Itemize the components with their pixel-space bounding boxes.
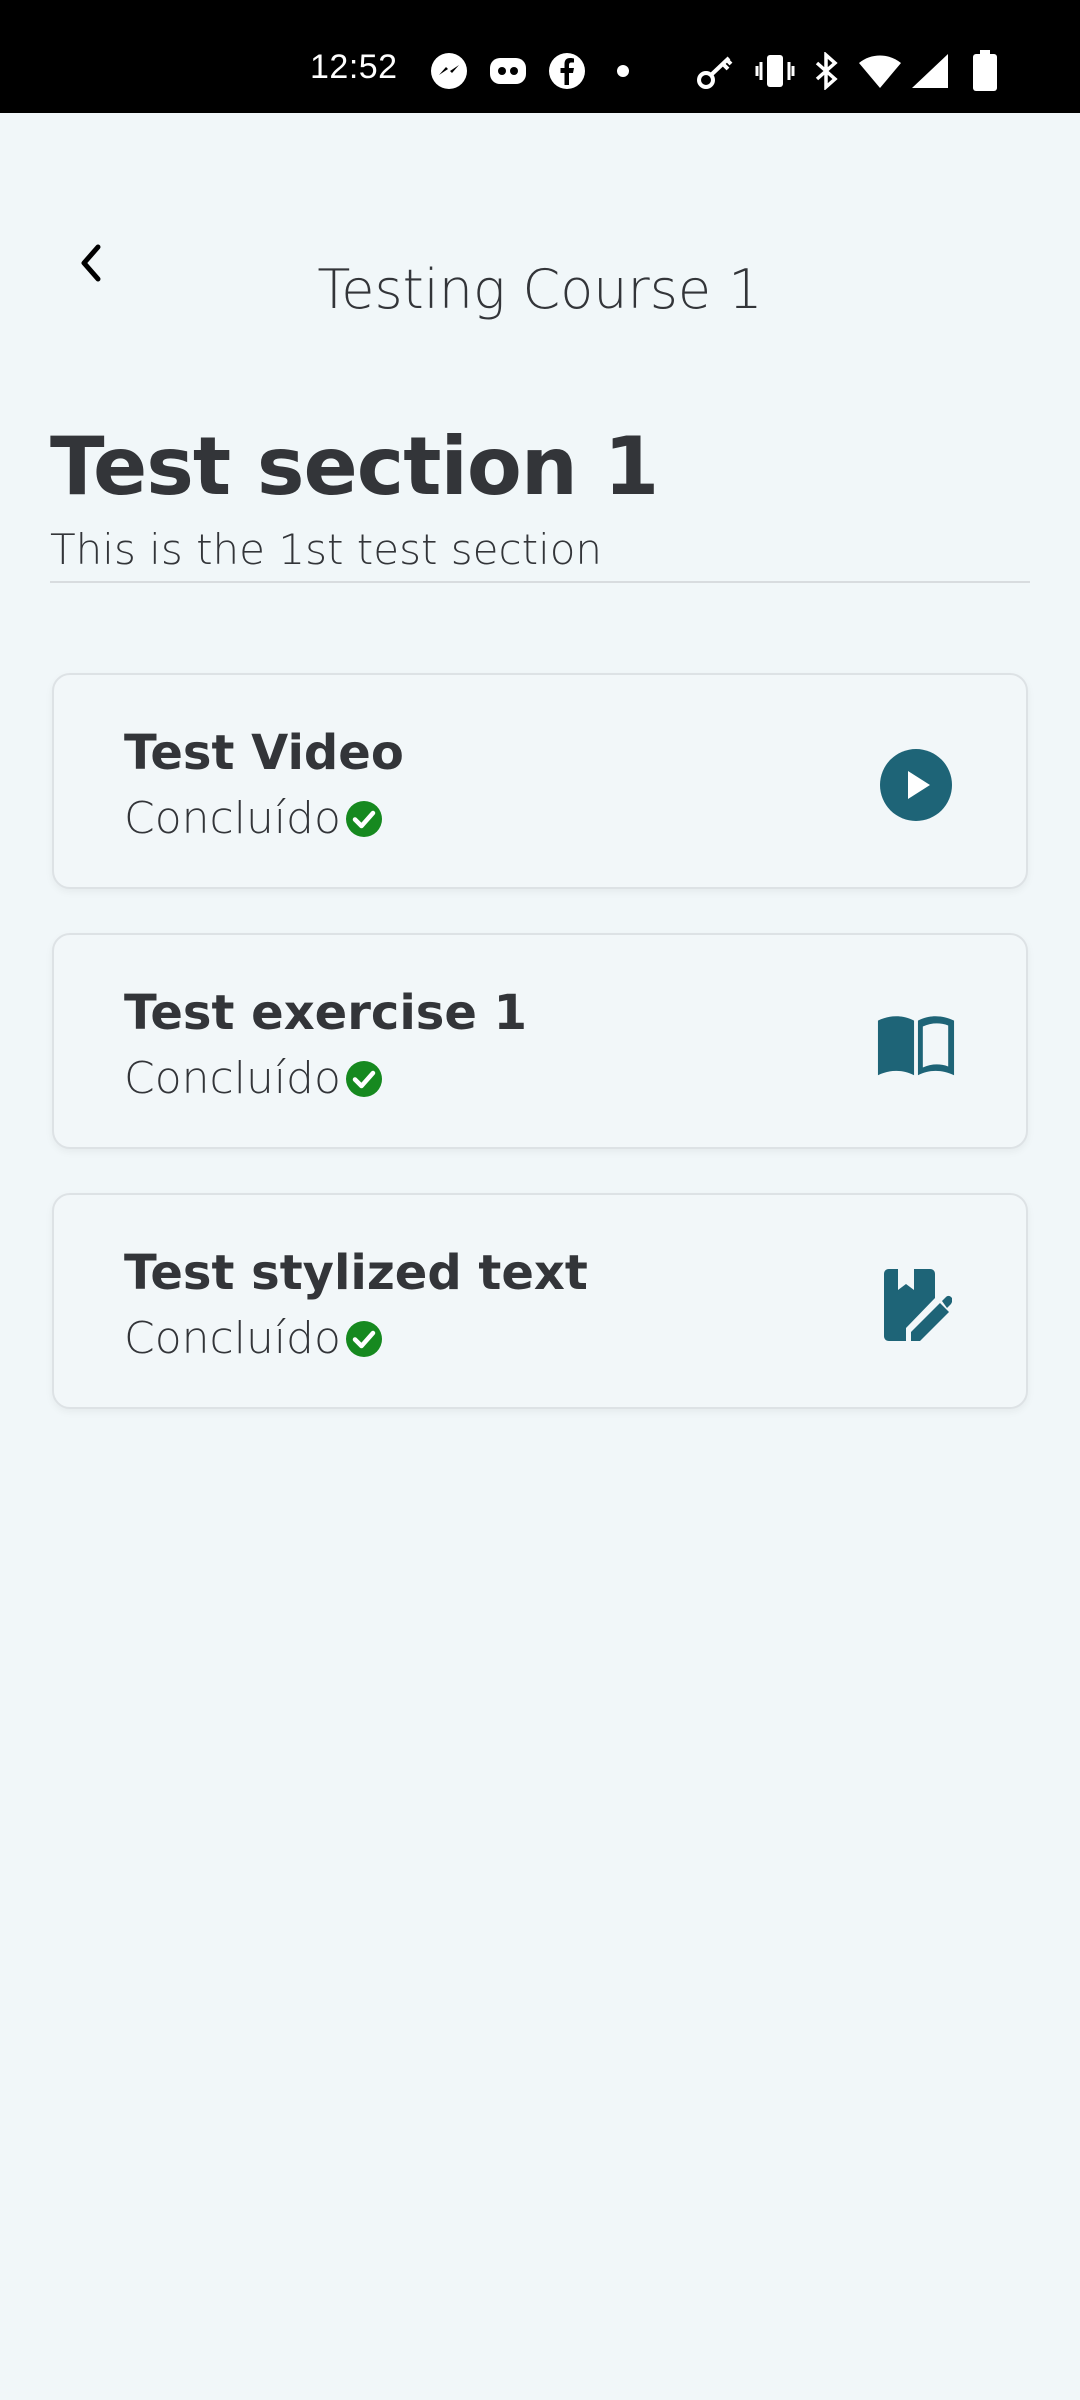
lesson-status-label: Concluído [124, 1053, 341, 1104]
vibrate-icon [755, 55, 795, 87]
lesson-status: Concluído [124, 1313, 383, 1364]
lesson-card-video[interactable]: Test Video Concluído [52, 673, 1028, 889]
lesson-status-label: Concluído [124, 1313, 341, 1364]
wifi-icon [859, 55, 901, 88]
page-title: Testing Course 1 [317, 258, 763, 321]
lesson-type-icon [876, 745, 956, 825]
status-bar: 12:52 [0, 0, 1080, 113]
messenger-icon [431, 53, 467, 89]
discord-icon [490, 58, 526, 84]
lesson-title: Test stylized text [124, 1245, 588, 1301]
bluetooth-icon [815, 52, 838, 90]
dot-icon [617, 65, 629, 77]
lesson-status-label: Concluído [124, 793, 341, 844]
facebook-icon [549, 53, 585, 89]
battery-icon [973, 50, 997, 91]
check-circle-icon [345, 1320, 382, 1357]
section-description: This is the 1st test section [50, 525, 603, 574]
key-icon [697, 56, 733, 89]
lesson-title: Test exercise 1 [124, 985, 528, 1041]
lesson-card-text[interactable]: Test stylized text Concluído [52, 1193, 1028, 1409]
lesson-status: Concluído [124, 1053, 383, 1104]
section-title: Test section 1 [50, 420, 659, 513]
lesson-card-exercise[interactable]: Test exercise 1 Concluído [52, 933, 1028, 1149]
signal-icon [912, 54, 948, 88]
status-time: 12:52 [310, 48, 398, 86]
edit-note-icon [884, 1269, 952, 1341]
lesson-type-icon [876, 1265, 956, 1345]
check-circle-icon [345, 800, 382, 837]
check-circle-icon [345, 1060, 382, 1097]
lesson-title: Test Video [124, 725, 404, 781]
book-open-icon [877, 1016, 955, 1076]
section-divider [50, 581, 1030, 583]
lesson-status: Concluído [124, 793, 383, 844]
lesson-type-icon [876, 1005, 956, 1085]
play-circle-icon [880, 749, 952, 821]
